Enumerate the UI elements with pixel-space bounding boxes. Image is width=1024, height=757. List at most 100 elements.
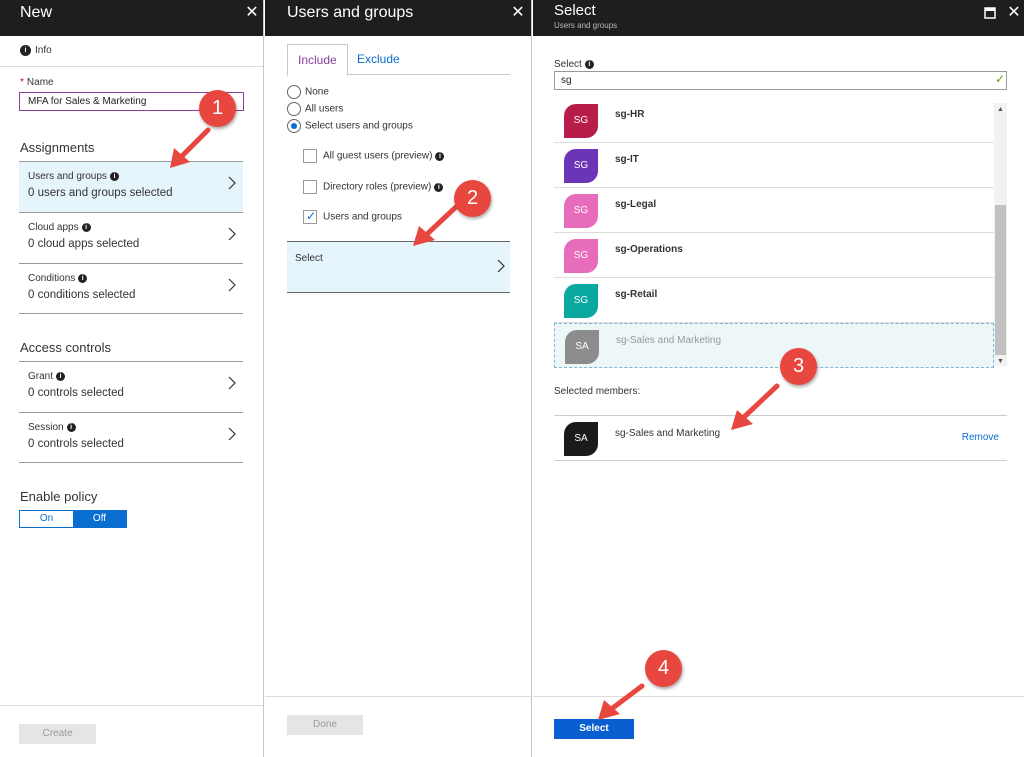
blade-header: Users and groups ✕: [265, 0, 531, 36]
checkbox[interactable]: [303, 209, 317, 224]
info-icon: i: [20, 45, 31, 56]
checkbox-label: Users and groups: [323, 211, 402, 223]
list-item[interactable]: SG sg-HR: [554, 98, 994, 143]
divider: [0, 705, 263, 706]
checkbox-directory-roles[interactable]: Directory roles (preview) i: [303, 180, 444, 194]
step-badge-4: 4: [645, 650, 682, 687]
cloud-apps-value: 0 cloud apps selected: [28, 238, 140, 250]
info-icon: i: [56, 371, 66, 381]
blade-subtitle: Users and groups: [554, 21, 618, 30]
scroll-down-icon[interactable]: ▼: [994, 358, 1007, 365]
name-label: * Name: [20, 77, 54, 88]
checkbox-all-guest-users[interactable]: All guest users (preview) i: [303, 149, 445, 163]
checkbox-label: All guest users (preview): [323, 150, 433, 162]
list-item[interactable]: SG sg-IT: [554, 143, 994, 188]
cloud-apps-item[interactable]: Cloud apps i 0 cloud apps selected: [19, 212, 243, 263]
tab-exclude[interactable]: Exclude: [347, 44, 410, 75]
blade-title: Select: [554, 2, 596, 19]
select-label: Select: [295, 253, 323, 264]
chevron-right-icon: [228, 227, 236, 241]
results-list: SG sg-HR SG sg-IT SG sg-Legal SG sg-Oper…: [554, 98, 994, 368]
done-button[interactable]: Done: [287, 715, 363, 735]
checkbox[interactable]: [303, 180, 317, 194]
close-icon[interactable]: ✕: [243, 3, 261, 23]
remove-link[interactable]: Remove: [962, 432, 999, 443]
radio-button[interactable]: [287, 85, 301, 99]
step-badge-1: 1: [199, 90, 236, 127]
step-badge-3: 3: [780, 348, 817, 385]
toggle-off[interactable]: Off: [73, 511, 126, 527]
close-icon[interactable]: ✕: [1005, 3, 1023, 23]
grant-label: Grant: [28, 371, 54, 382]
results-scrollbar[interactable]: ▲ ▼: [994, 103, 1007, 366]
avatar: SG: [564, 104, 598, 138]
blade-header: New ✕: [0, 0, 263, 36]
info-link[interactable]: i Info: [20, 45, 52, 56]
enable-policy-toggle: On Off: [19, 510, 127, 528]
group-name: sg-HR: [615, 109, 645, 120]
checkbox[interactable]: [303, 149, 317, 163]
arrow-icon: [170, 127, 211, 168]
assignments-title: Assignments: [20, 140, 95, 155]
tab-include[interactable]: Include: [287, 44, 348, 76]
radio-button[interactable]: [287, 102, 301, 116]
grant-item[interactable]: Grant i 0 controls selected: [19, 361, 243, 412]
create-button[interactable]: Create: [19, 724, 96, 744]
selected-members-label: Selected members:: [554, 386, 641, 397]
radio-all-users[interactable]: All users: [287, 102, 343, 116]
avatar: SG: [564, 194, 598, 228]
list-item[interactable]: SG sg-Retail: [554, 278, 994, 323]
list-item[interactable]: SA sg-Sales and Marketing: [554, 323, 994, 368]
avatar: SA: [564, 422, 598, 456]
conditions-value: 0 conditions selected: [28, 289, 136, 301]
chevron-right-icon: [497, 259, 505, 273]
group-name: sg-Operations: [615, 244, 683, 255]
info-icon: i: [434, 182, 444, 192]
radio-select-users-and-groups[interactable]: Select users and groups: [287, 119, 413, 133]
arrow-icon: [731, 383, 780, 430]
session-label: Session: [28, 422, 64, 433]
scroll-up-icon[interactable]: ▲: [994, 106, 1007, 113]
list-item[interactable]: SG sg-Operations: [554, 233, 994, 278]
group-name: sg-Sales and Marketing: [616, 335, 722, 346]
maximize-icon[interactable]: [981, 3, 999, 23]
info-icon: i: [81, 222, 91, 232]
radio-button[interactable]: [287, 119, 301, 133]
search-input[interactable]: [554, 71, 1007, 90]
scroll-thumb[interactable]: [995, 205, 1006, 355]
info-icon: i: [109, 171, 119, 181]
divider: [265, 696, 531, 697]
radio-label: None: [305, 86, 329, 98]
blade-title: New: [20, 4, 53, 21]
group-name: sg-Legal: [615, 199, 657, 210]
users-and-groups-blade: Users and groups ✕ Include Exclude None …: [265, 0, 532, 757]
access-controls-title: Access controls: [20, 340, 112, 355]
radio-none[interactable]: None: [287, 85, 329, 99]
info-icon: i: [78, 273, 88, 283]
users-and-groups-label: Users and groups: [28, 171, 107, 182]
group-name: sg-IT: [615, 154, 639, 165]
blade-title: Users and groups: [287, 4, 414, 21]
info-icon: i: [435, 151, 445, 161]
divider: [0, 66, 263, 67]
required-asterisk: *: [20, 77, 24, 88]
users-and-groups-value: 0 users and groups selected: [28, 187, 173, 199]
avatar: SG: [564, 149, 598, 183]
checkbox-users-and-groups[interactable]: Users and groups: [303, 209, 402, 224]
select-users-item[interactable]: Select: [287, 241, 510, 293]
toggle-on[interactable]: On: [20, 511, 73, 527]
close-icon[interactable]: ✕: [509, 3, 527, 23]
list-item[interactable]: SG sg-Legal: [554, 188, 994, 233]
info-icon: i: [66, 422, 76, 432]
group-name: sg-Retail: [615, 289, 658, 300]
conditions-item[interactable]: Conditions i 0 conditions selected: [19, 263, 243, 314]
include-exclude-tabs: Include Exclude: [287, 44, 510, 76]
session-item[interactable]: Session i 0 controls selected: [19, 412, 243, 463]
info-icon: i: [584, 59, 594, 69]
checkbox-label: Directory roles (preview): [323, 181, 432, 193]
blade-header: Select Users and groups ✕: [533, 0, 1024, 36]
name-label-text: Name: [26, 77, 54, 88]
member-name: sg-Sales and Marketing: [615, 428, 721, 439]
radio-label: All users: [305, 103, 344, 115]
chevron-right-icon: [228, 176, 236, 190]
